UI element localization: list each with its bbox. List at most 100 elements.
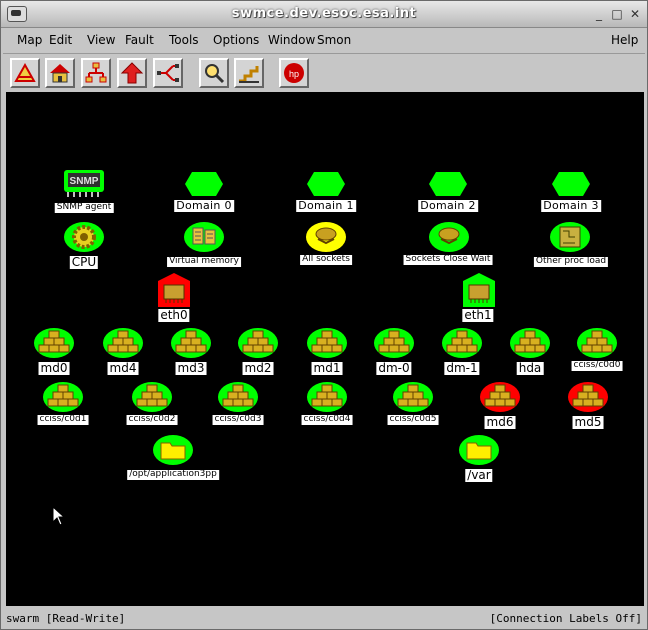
- label-md2: md2: [242, 361, 274, 376]
- node-eth1[interactable]: [461, 273, 497, 311]
- label-cpu: CPU: [69, 255, 99, 270]
- label-cciss-c0d1: cciss/c0d1: [37, 414, 89, 425]
- node-virtual-memory[interactable]: [183, 221, 225, 257]
- disk-stack-icon: [510, 328, 550, 358]
- node-domain-2[interactable]: [428, 171, 468, 201]
- label-domain-1: Domain 1: [296, 199, 356, 213]
- menu-help[interactable]: Help: [611, 33, 638, 47]
- disk-stack-icon: [34, 328, 74, 358]
- stairs-button[interactable]: [234, 58, 264, 88]
- disk-stack-icon: [568, 382, 608, 412]
- node-cpu[interactable]: [63, 221, 105, 257]
- home-button[interactable]: [45, 58, 75, 88]
- map-canvas[interactable]: SNMP SNMP agent Domain 0 Domain 1 Domain…: [6, 92, 644, 606]
- label-other-proc-load: Other proc load: [533, 256, 609, 267]
- label-sockets-close-wait: Sockets Close Wait: [403, 254, 493, 265]
- process-icon: [550, 222, 590, 252]
- label-var: /var: [465, 468, 493, 483]
- node-cciss-c0d2[interactable]: [131, 381, 173, 417]
- status-mode: swarm [Read-Write]: [6, 612, 126, 625]
- label-cciss-c0d2: cciss/c0d2: [126, 414, 178, 425]
- node-md0[interactable]: [33, 327, 75, 363]
- node-dm-1[interactable]: [441, 327, 483, 363]
- disk-stack-icon: [218, 382, 258, 412]
- node-cciss-c0d1[interactable]: [42, 381, 84, 417]
- node-cciss-c0d0[interactable]: [576, 327, 618, 363]
- node-dm-0[interactable]: [373, 327, 415, 363]
- disk-stack-icon: [132, 382, 172, 412]
- memory-icon: [184, 222, 224, 252]
- label-md0: md0: [38, 361, 70, 376]
- title-bar[interactable]: swmce.dev.esoc.esa.int _ □ ✕: [1, 1, 647, 28]
- node-eth0[interactable]: [156, 273, 192, 311]
- label-domain-3: Domain 3: [541, 199, 601, 213]
- label-domain-2: Domain 2: [418, 199, 478, 213]
- node-other-proc-load[interactable]: [549, 221, 591, 257]
- node-sockets-close-wait[interactable]: [428, 221, 470, 257]
- node-cciss-c0d5[interactable]: [392, 381, 434, 417]
- node-md2[interactable]: [237, 327, 279, 363]
- hp-openview-button[interactable]: hp: [279, 58, 309, 88]
- label-opt-application3pp: /opt/application3pp: [127, 469, 219, 480]
- minimize-icon[interactable]: _: [591, 6, 607, 22]
- disk-stack-icon: [171, 328, 211, 358]
- node-md6[interactable]: [479, 381, 521, 417]
- disk-stack-icon: [307, 382, 347, 412]
- node-cciss-c0d3[interactable]: [217, 381, 259, 417]
- menu-window[interactable]: Window: [268, 33, 315, 47]
- hexagon-icon: [307, 172, 345, 196]
- node-md3[interactable]: [170, 327, 212, 363]
- menu-map[interactable]: Map: [17, 33, 42, 47]
- snmp-icon: SNMP: [64, 170, 104, 197]
- label-hda: hda: [516, 361, 544, 376]
- toolbar: hp: [3, 55, 645, 91]
- find-button[interactable]: [199, 58, 229, 88]
- mouse-cursor-icon: [52, 506, 66, 526]
- node-md4[interactable]: [102, 327, 144, 363]
- network-card-icon: [463, 273, 495, 307]
- label-domain-0: Domain 0: [174, 199, 234, 213]
- label-cciss-c0d5: cciss/c0d5: [387, 414, 439, 425]
- status-connection-labels: [Connection Labels Off]: [489, 612, 642, 625]
- node-var[interactable]: [458, 434, 500, 470]
- disk-stack-icon: [103, 328, 143, 358]
- up-arrow-icon: [120, 62, 144, 84]
- network-link-button[interactable]: [153, 58, 183, 88]
- node-cciss-c0d4[interactable]: [306, 381, 348, 417]
- folder-icon: [153, 435, 193, 465]
- up-button[interactable]: [117, 58, 147, 88]
- disk-stack-icon: [577, 328, 617, 358]
- menu-edit[interactable]: Edit: [49, 33, 72, 47]
- menu-fault[interactable]: Fault: [125, 33, 154, 47]
- gear-icon: [64, 222, 104, 252]
- window-title: swmce.dev.esoc.esa.int: [231, 6, 417, 21]
- node-snmp-agent[interactable]: SNMP: [62, 168, 106, 204]
- network-link-icon: [157, 64, 179, 82]
- label-eth0: eth0: [158, 308, 190, 323]
- home-up-button[interactable]: [10, 58, 40, 88]
- menu-options[interactable]: Options: [213, 33, 259, 47]
- disk-stack-icon: [480, 382, 520, 412]
- menu-view[interactable]: View: [87, 33, 115, 47]
- folder-icon: [459, 435, 499, 465]
- maximize-icon[interactable]: □: [609, 6, 625, 22]
- node-domain-0[interactable]: [184, 171, 224, 201]
- node-domain-3[interactable]: [551, 171, 591, 201]
- menu-tools[interactable]: Tools: [169, 33, 199, 47]
- hierarchy-button[interactable]: [81, 58, 111, 88]
- disk-stack-icon: [374, 328, 414, 358]
- label-cciss-c0d0: cciss/c0d0: [571, 360, 623, 371]
- node-all-sockets[interactable]: [305, 221, 347, 257]
- node-md5[interactable]: [567, 381, 609, 417]
- menu-smon[interactable]: Smon: [317, 33, 351, 47]
- node-domain-1[interactable]: [306, 171, 346, 201]
- network-card-icon: [158, 273, 190, 307]
- label-md5: md5: [572, 415, 604, 430]
- close-icon[interactable]: ✕: [627, 6, 643, 22]
- label-virtual-memory: Virtual memory: [167, 256, 241, 267]
- node-opt-application3pp[interactable]: [152, 434, 194, 470]
- node-md1[interactable]: [306, 327, 348, 363]
- hexagon-icon: [185, 172, 223, 196]
- house-icon: [50, 64, 70, 83]
- node-hda[interactable]: [509, 327, 551, 363]
